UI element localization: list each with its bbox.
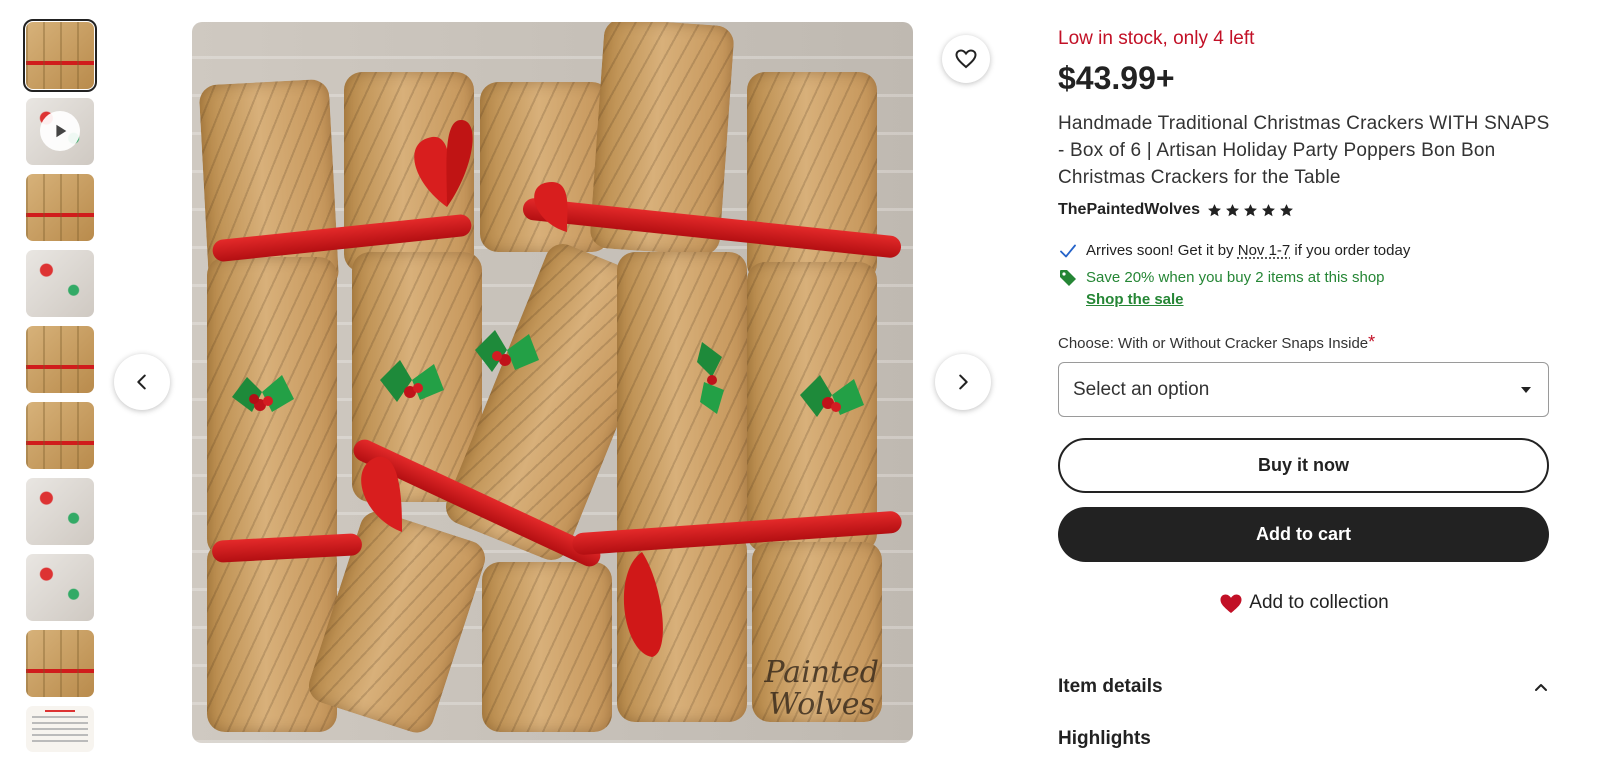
- add-to-collection-button[interactable]: Add to collection: [1058, 588, 1550, 618]
- previous-image-button[interactable]: [114, 354, 170, 410]
- star-icon: [1262, 203, 1275, 216]
- star-icon: [1244, 203, 1257, 216]
- thumbnail-strip: [23, 19, 97, 761]
- heart-outline-icon: [955, 49, 977, 69]
- watermark-line-1: Painted: [764, 655, 879, 690]
- star-icon: [1226, 203, 1239, 216]
- item-details-heading: Item details: [1058, 676, 1163, 697]
- thumbnail-4[interactable]: [26, 250, 94, 317]
- caret-down-icon: [1521, 386, 1531, 393]
- arrival-suffix: if you order today: [1290, 242, 1411, 259]
- thumbnail-9[interactable]: [26, 630, 94, 697]
- play-icon: [40, 111, 80, 151]
- shop-watermark: Painted Wolves: [764, 657, 879, 721]
- chevron-left-icon: [137, 374, 146, 390]
- item-details-toggle[interactable]: Item details: [1058, 676, 1548, 698]
- price: $43.99+: [1058, 60, 1175, 96]
- required-mark: *: [1368, 332, 1376, 352]
- holly-illustration: [697, 342, 724, 414]
- thumbnail-10[interactable]: [26, 706, 94, 752]
- thumbnail-1[interactable]: [23, 19, 97, 92]
- product-image[interactable]: Painted Wolves: [192, 22, 913, 743]
- highlights-heading-text: Highlights: [1058, 728, 1151, 749]
- highlights-heading: Highlights: [1058, 728, 1151, 750]
- bow-illustration: [623, 552, 663, 657]
- heart-filled-icon: [1220, 594, 1242, 613]
- cracker-illustration: [207, 542, 337, 732]
- watermark-line-2: Wolves: [768, 687, 875, 722]
- shop-the-sale-link[interactable]: Shop the sale: [1086, 290, 1385, 310]
- holly-illustration: [800, 375, 864, 417]
- bow-illustration: [534, 182, 568, 232]
- checkmark-icon: [1060, 244, 1076, 258]
- star-icon: [1280, 203, 1293, 216]
- thumbnail-6[interactable]: [26, 402, 94, 469]
- holly-illustration: [380, 360, 444, 402]
- holly-illustration: [475, 330, 539, 372]
- arrival-perk: Arrives soon! Get it by Nov 1-7 if you o…: [1058, 241, 1550, 261]
- shop-name-link[interactable]: ThePaintedWolves: [1058, 201, 1200, 219]
- thumbnail-8[interactable]: [26, 554, 94, 621]
- add-to-collection-label: Add to collection: [1249, 592, 1389, 613]
- buy-it-now-button[interactable]: Buy it now: [1058, 438, 1549, 493]
- thumbnail-video[interactable]: [26, 98, 94, 165]
- star-rating: [1207, 203, 1294, 218]
- variation-label: Choose: With or Without Cracker Snaps In…: [1058, 332, 1550, 354]
- shop-row: ThePaintedWolves: [1058, 201, 1550, 219]
- variation-select[interactable]: Select an option: [1058, 362, 1549, 417]
- favorite-button[interactable]: [942, 35, 990, 83]
- price-tag-icon: [1060, 270, 1076, 286]
- chevron-up-icon: [1535, 684, 1547, 691]
- bow-illustration: [361, 456, 402, 532]
- star-icon: [1208, 203, 1221, 216]
- bow-illustration: [414, 119, 473, 207]
- sale-text: Save 20% when you buy 2 items at this sh…: [1086, 269, 1385, 286]
- next-image-button[interactable]: [935, 354, 991, 410]
- add-to-cart-button[interactable]: Add to cart: [1058, 507, 1549, 562]
- arrival-prefix: Arrives soon! Get it by: [1086, 242, 1238, 259]
- thumbnail-7[interactable]: [26, 478, 94, 545]
- arrival-date[interactable]: Nov 1-7: [1238, 242, 1291, 259]
- holly-illustration: [232, 375, 294, 412]
- thumbnail-3[interactable]: [26, 174, 94, 241]
- chevron-right-icon: [959, 374, 968, 390]
- sale-perk: Save 20% when you buy 2 items at this sh…: [1058, 268, 1550, 310]
- product-title: Handmade Traditional Christmas Crackers …: [1058, 113, 1550, 188]
- select-placeholder: Select an option: [1073, 378, 1210, 400]
- product-info-panel: Low in stock, only 4 left $43.99+ Handma…: [1058, 26, 1550, 618]
- thumbnail-5[interactable]: [26, 326, 94, 393]
- variation-label-text: Choose: With or Without Cracker Snaps In…: [1058, 335, 1369, 352]
- stock-status: Low in stock, only 4 left: [1058, 28, 1255, 49]
